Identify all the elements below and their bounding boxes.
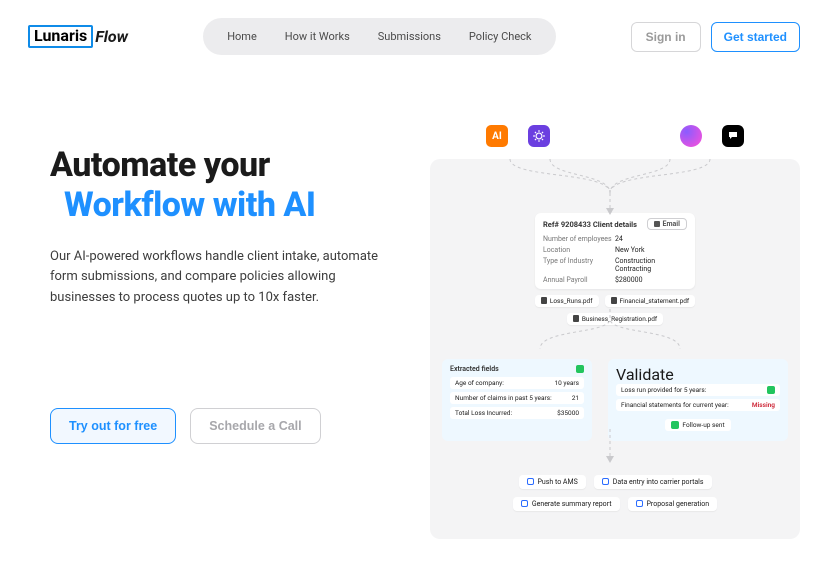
mid-row: Extracted fields Age of company:10 years… — [442, 359, 788, 441]
diagram-panel: Ref# 9208433 Client details Email Number… — [430, 159, 800, 539]
action-icon — [527, 478, 534, 485]
followup-chip: Follow-up sent — [665, 419, 730, 431]
get-started-button[interactable]: Get started — [711, 22, 800, 52]
file-chip: Loss_Runs.pdf — [535, 295, 599, 307]
check-icon — [576, 365, 584, 373]
validate-card: Validate Loss run provided for 5 years: … — [608, 359, 788, 441]
output-chip: Proposal generation — [628, 497, 718, 511]
client-details-card: Ref# 9208433 Client details Email Number… — [535, 213, 695, 289]
outputs-row: Push to AMS Data entry into carrier port… — [465, 475, 765, 511]
email-button[interactable]: Email — [647, 218, 687, 230]
brand-logo: Lunaris Flow — [28, 25, 128, 48]
hero-title-line2: Workflow with AI — [50, 185, 420, 225]
check-icon — [671, 421, 679, 429]
extracted-fields-card: Extracted fields Age of company:10 years… — [442, 359, 592, 441]
output-chip: Generate summary report — [513, 497, 620, 511]
top-nav: Home How it Works Submissions Policy Che… — [203, 18, 555, 55]
gradient-icon — [680, 125, 702, 147]
output-chip: Data entry into carrier portals — [594, 475, 712, 489]
header-actions: Sign in Get started — [631, 22, 800, 52]
hero-description: Our AI-powered workflows handle client i… — [50, 247, 390, 307]
signin-button[interactable]: Sign in — [631, 22, 701, 52]
mail-icon — [654, 221, 660, 227]
file-icon — [611, 297, 617, 304]
check-icon — [767, 386, 775, 394]
file-row: Loss_Runs.pdf Financial_statement.pdf Bu… — [505, 295, 725, 325]
file-icon — [541, 297, 547, 304]
hero-title-line1: Automate your — [50, 145, 270, 185]
cta-row: Try out for free Schedule a Call — [50, 408, 420, 444]
header: Lunaris Flow Home How it Works Submissio… — [0, 0, 828, 55]
nav-home[interactable]: Home — [213, 24, 271, 49]
brand-rest: Flow — [95, 27, 128, 46]
action-icon — [602, 478, 609, 485]
hero: Automate your Workflow with AI Our AI-po… — [50, 125, 420, 539]
nav-how-it-works[interactable]: How it Works — [271, 24, 364, 49]
nav-submissions[interactable]: Submissions — [364, 24, 455, 49]
file-icon — [573, 315, 579, 322]
client-card-title: Ref# 9208433 Client details — [543, 220, 637, 229]
nav-policy-check[interactable]: Policy Check — [455, 24, 546, 49]
workflow-diagram: AI — [430, 125, 800, 539]
action-icon — [521, 500, 528, 507]
openai-icon — [528, 125, 550, 147]
source-row: AI — [430, 125, 800, 153]
ai-icon: AI — [486, 125, 508, 147]
output-chip: Push to AMS — [519, 475, 586, 489]
hero-title: Automate your Workflow with AI — [50, 145, 420, 225]
schedule-call-button[interactable]: Schedule a Call — [190, 408, 320, 444]
brand-boxed: Lunaris — [28, 25, 93, 48]
main: Automate your Workflow with AI Our AI-po… — [0, 125, 828, 539]
file-chip: Business_Registration.pdf — [567, 313, 663, 325]
action-icon — [636, 500, 643, 507]
try-free-button[interactable]: Try out for free — [50, 408, 176, 444]
chat-icon — [722, 125, 744, 147]
file-chip: Financial_statement.pdf — [605, 295, 696, 307]
